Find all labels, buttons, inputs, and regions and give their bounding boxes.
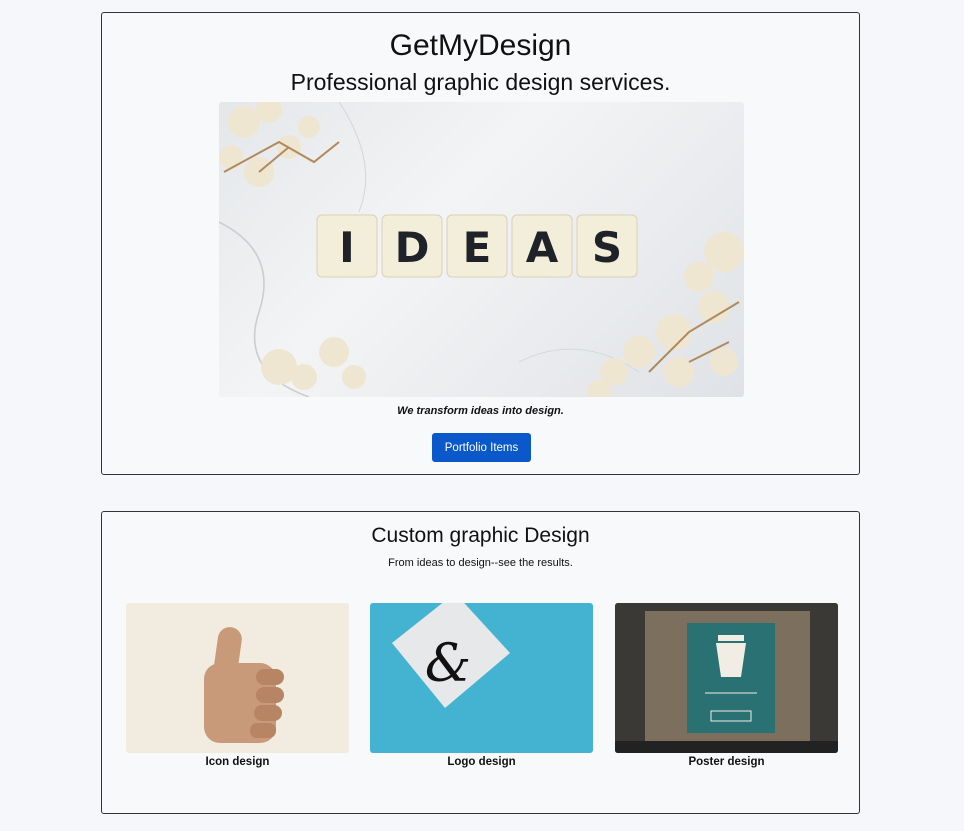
service-label: Poster design [688, 756, 765, 768]
svg-text:&: & [425, 634, 471, 694]
service-card-icon-design[interactable]: Icon design [126, 603, 349, 768]
hero-image: I D E A S [219, 102, 744, 397]
service-card-poster-design[interactable]: Poster design [615, 603, 838, 768]
tile-letter: S [592, 223, 622, 272]
logo-design-image: & [370, 603, 593, 753]
hero-caption: We transform ideas into design. [397, 405, 564, 417]
service-label: Logo design [447, 756, 516, 768]
tile-letter: I [339, 223, 355, 272]
tile-letter: D [395, 223, 430, 272]
icon-design-image [126, 603, 349, 753]
services-title: Custom graphic Design [371, 524, 590, 547]
service-card-logo-design[interactable]: & Logo design [370, 603, 593, 768]
portfolio-items-button[interactable]: Portfolio Items [432, 433, 531, 462]
poster-design-image [615, 603, 838, 753]
site-title: GetMyDesign [389, 29, 572, 62]
site-subtitle: Professional graphic design services. [290, 69, 671, 95]
tile-letter: A [526, 223, 559, 272]
services-subtitle: From ideas to design--see the results. [388, 557, 573, 569]
services-section: Custom graphic Design From ideas to desi… [101, 511, 860, 814]
service-label: Icon design [205, 756, 270, 768]
hero-section: GetMyDesign Professional graphic design … [101, 12, 860, 475]
tile-letter: E [463, 223, 492, 272]
